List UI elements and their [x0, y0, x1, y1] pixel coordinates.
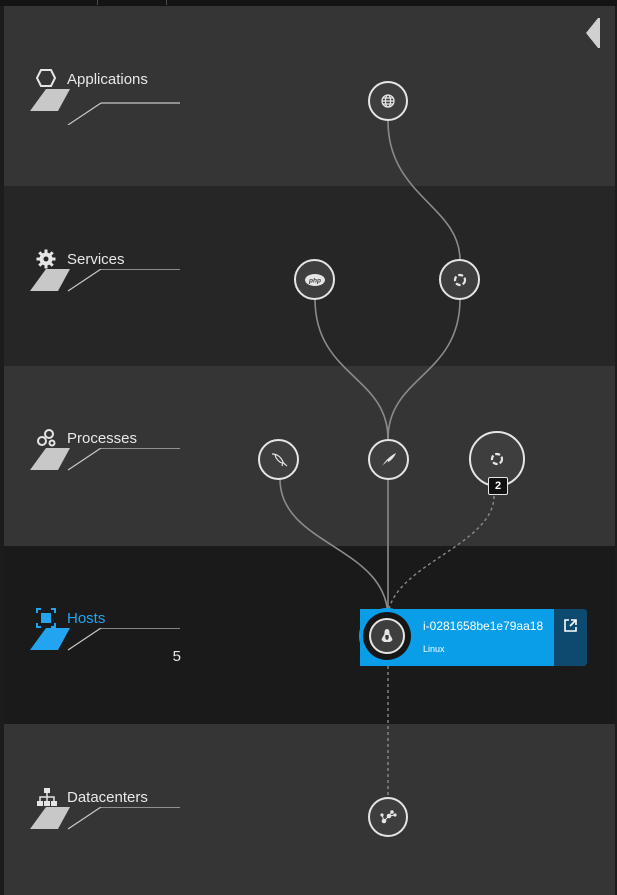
service-php-node[interactable]: php [294, 259, 335, 300]
process-cluster-icon [36, 428, 56, 448]
chevron-left-icon [586, 18, 600, 48]
host-name: i-0281658be1e79aa18 [423, 619, 544, 633]
layer-rule [30, 628, 180, 651]
process-group-node[interactable]: 2 [469, 431, 525, 495]
host-icon [36, 608, 56, 628]
mysql-dolphin-icon [271, 452, 287, 466]
layer-services[interactable]: Services [30, 249, 180, 309]
smartscape-panel: Applications Services Processes Hosts 5 … [4, 6, 615, 895]
datacenter-network-icon [380, 810, 397, 824]
layer-label: Datacenters [67, 789, 148, 806]
service-ring-icon [453, 273, 466, 286]
gear-icon [36, 249, 56, 269]
layer-applications[interactable]: Applications [30, 69, 180, 129]
layer-hosts[interactable]: Hosts 5 [30, 608, 181, 668]
php-icon-text: php [308, 277, 321, 284]
top-tab[interactable] [98, 0, 167, 5]
edge-service-to-apache [387, 298, 461, 440]
layer-rule [30, 448, 180, 471]
datacenter-node[interactable] [368, 797, 408, 837]
hexagon-icon [35, 69, 57, 89]
layer-rule [30, 807, 180, 830]
edge-process-group-to-host [387, 495, 495, 619]
process-ring-icon [490, 452, 504, 466]
application-node[interactable] [368, 81, 408, 121]
globe-icon [381, 94, 395, 108]
service-node[interactable] [439, 259, 480, 300]
host-os: Linux [423, 644, 445, 654]
edge-app-to-service [387, 120, 461, 261]
apache-feather-icon [381, 452, 396, 467]
edge-php-to-apache [314, 298, 389, 440]
collapse-panel-button[interactable] [586, 18, 600, 48]
linux-tux-icon [381, 629, 393, 642]
layer-rule [30, 269, 180, 292]
host-node[interactable] [369, 618, 405, 654]
layer-label: Hosts [67, 610, 106, 627]
layer-datacenters[interactable]: Datacenters [30, 787, 180, 847]
top-tab[interactable] [0, 0, 98, 5]
edge-mysql-to-host [279, 478, 389, 619]
layer-processes[interactable]: Processes [30, 428, 180, 488]
host-count: 5 [172, 648, 181, 665]
layer-label: Services [67, 251, 125, 268]
layer-label: Processes [67, 430, 138, 447]
layer-rule [30, 89, 180, 125]
external-link-icon [564, 619, 577, 632]
process-apache-node[interactable] [368, 439, 409, 480]
layer-label: Applications [67, 71, 148, 88]
open-host-button[interactable] [554, 609, 587, 666]
instance-count-badge: 2 [488, 477, 508, 495]
datacenter-icon [36, 787, 57, 807]
php-icon: php [304, 273, 325, 286]
process-mysql-node[interactable] [258, 439, 299, 480]
